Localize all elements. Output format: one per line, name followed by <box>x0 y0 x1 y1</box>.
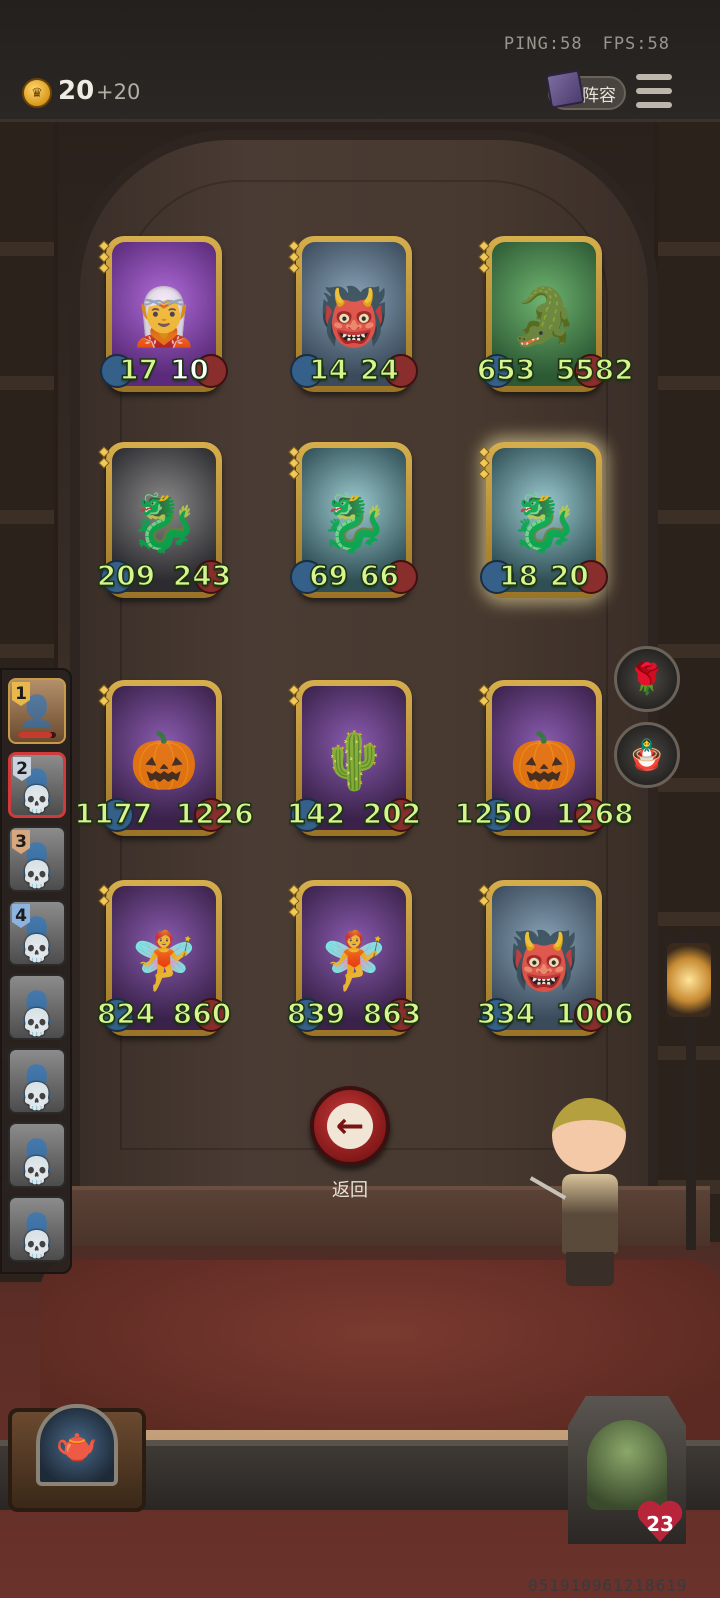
shop-icon[interactable]: 🫖 <box>36 1404 118 1486</box>
unit-attack: 142 <box>286 797 346 830</box>
tier-pips <box>98 884 110 907</box>
creature-art: 🐊 <box>509 284 579 350</box>
tier-pips <box>478 884 490 907</box>
unit-card[interactable]: 🐊 653 5582 <box>476 236 634 392</box>
back-button[interactable]: ← <box>310 1086 390 1166</box>
creature-art: 🧝 <box>129 284 199 350</box>
fps-readout: FPS:58 <box>602 34 670 54</box>
unit-health: 66 <box>359 559 399 592</box>
rose-icon[interactable]: 🌹 <box>614 646 680 712</box>
goblin-hero-avatar <box>587 1420 667 1510</box>
team-slot[interactable]: 👤 1 <box>8 678 66 744</box>
tier-pips <box>288 446 300 480</box>
back-label: 返回 <box>332 1180 368 1201</box>
unit-health: 860 <box>172 997 232 1030</box>
creature-art: 🌵 <box>319 728 389 794</box>
skull-icon: 💀 <box>20 860 54 890</box>
unit-card[interactable]: 🐉 18 20 <box>478 442 608 598</box>
unit-card[interactable]: 🌵 142 202 <box>286 680 422 836</box>
skull-icon: 💀 <box>20 1082 54 1112</box>
gold-amount: 20 <box>58 76 95 106</box>
team-slot[interactable]: 👤 2 💀 <box>8 752 66 818</box>
unit-card[interactable]: 🎃 1177 1226 <box>74 680 254 836</box>
unit-attack: 18 <box>498 559 539 592</box>
creature-art: 🐉 <box>129 490 199 556</box>
unit-card[interactable]: 🎃 1250 1268 <box>454 680 634 836</box>
unit-card[interactable]: 🧝 17 10 <box>98 236 228 392</box>
unit-health: 1268 <box>555 797 634 830</box>
unit-card[interactable]: 🐉 209 243 <box>96 442 232 598</box>
lineup-label: 阵容 <box>582 85 616 106</box>
unit-attack: 1250 <box>454 797 533 830</box>
team-slot[interactable]: 👤 4 💀 <box>8 900 66 966</box>
creature-art: 🎃 <box>509 728 579 794</box>
team-slot[interactable]: 👤 💀 <box>8 974 66 1040</box>
team-rail: 👤 1 👤 2 💀 👤 3 💀 👤 4 💀 👤 💀 👤 💀 👤 💀 👤 💀 <box>0 668 72 1274</box>
unit-health: 863 <box>362 997 422 1030</box>
tier-pips <box>478 684 490 707</box>
tier-pips <box>98 240 110 274</box>
unit-card[interactable]: 🧚 824 860 <box>96 880 232 1036</box>
unit-card[interactable]: 👹 14 24 <box>288 236 418 392</box>
unit-attack: 334 <box>476 997 536 1030</box>
skull-icon: 💀 <box>20 1008 54 1038</box>
creature-art: 🧚 <box>319 928 389 994</box>
creature-art: 🐉 <box>319 490 389 556</box>
unit-attack: 69 <box>308 559 349 592</box>
tier-pips <box>98 446 110 469</box>
network-stats: PING:58 FPS:58 <box>504 34 670 54</box>
creature-art: 🧚 <box>129 928 199 994</box>
unit-attack: 653 <box>476 353 536 386</box>
tier-pips <box>288 884 300 918</box>
unit-card[interactable]: 🐉 69 66 <box>288 442 418 598</box>
unit-card[interactable]: 👹 334 1006 <box>476 880 634 1036</box>
unit-health: 20 <box>549 559 589 592</box>
tier-pips <box>478 240 490 274</box>
skull-icon: 💀 <box>20 1156 54 1186</box>
skull-icon: 💀 <box>20 785 54 815</box>
unit-attack: 824 <box>96 997 156 1030</box>
tier-pips <box>288 240 300 274</box>
unit-attack: 1177 <box>74 797 153 830</box>
unit-health: 1226 <box>175 797 254 830</box>
unit-health: 202 <box>362 797 422 830</box>
ping-readout: PING:58 <box>503 34 583 54</box>
unit-attack: 17 <box>118 353 159 386</box>
lineup-book-icon[interactable] <box>545 69 585 109</box>
creature-art: 👹 <box>319 284 389 350</box>
top-bar: PING:58 FPS:58 ♛ 20 +20 阵容 <box>0 0 720 122</box>
unit-attack: 209 <box>96 559 156 592</box>
shopkeeper-character <box>529 1090 640 1290</box>
team-slot[interactable]: 👤 💀 <box>8 1122 66 1188</box>
creature-art: 👹 <box>509 928 579 994</box>
unit-attack: 839 <box>286 997 346 1030</box>
unit-health: 5582 <box>555 353 634 386</box>
gold-income: +20 <box>96 80 141 104</box>
skull-icon: 💀 <box>20 934 54 964</box>
creature-art: 🎃 <box>129 728 199 794</box>
unit-health: 24 <box>359 353 399 386</box>
unit-health: 10 <box>169 353 209 386</box>
unit-health: 243 <box>172 559 232 592</box>
voodoo-doll-icon[interactable]: 🪆 <box>614 722 680 788</box>
lamp-icon <box>664 940 714 1020</box>
skull-icon: 💀 <box>20 1230 54 1260</box>
creature-art: 🐉 <box>509 490 579 556</box>
menu-icon[interactable] <box>636 74 672 108</box>
unit-card[interactable]: 🧚 839 863 <box>286 880 422 1036</box>
tier-pips <box>98 684 110 707</box>
unit-health: 1006 <box>555 997 634 1030</box>
arrow-left-icon: ← <box>327 1103 373 1149</box>
team-slot[interactable]: 👤 💀 <box>8 1196 66 1262</box>
unit-attack: 14 <box>308 353 349 386</box>
seed-readout: 05191096121861​9 <box>528 1576 688 1595</box>
team-slot[interactable]: 👤 💀 <box>8 1048 66 1114</box>
tier-pips <box>288 684 300 707</box>
tier-pips <box>478 446 490 480</box>
team-slot[interactable]: 👤 3 💀 <box>8 826 66 892</box>
health-bar <box>18 732 56 738</box>
gold-coin-icon: ♛ <box>22 78 52 108</box>
